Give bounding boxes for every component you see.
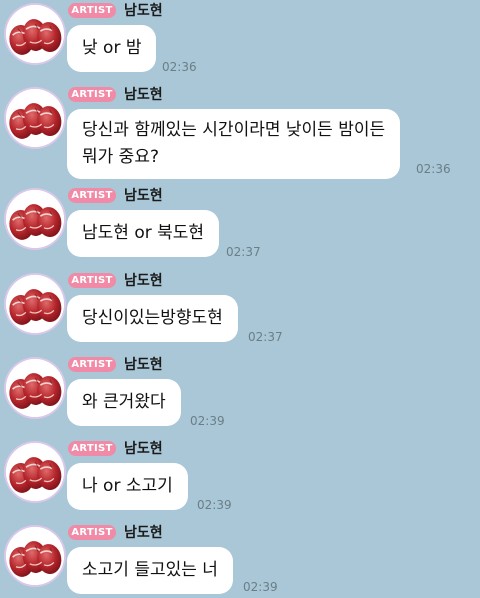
message-time: 02:39 [190,414,225,428]
meat-photo-icon [6,443,64,501]
message-bubble[interactable]: 당신이있는방향도현 [67,295,238,342]
message-bubble[interactable]: 낮 or 밤 [67,25,157,72]
artist-badge: ARTIST [68,188,116,203]
meat-photo-icon [6,5,64,63]
artist-badge: ARTIST [68,441,116,456]
meat-photo-icon [6,89,64,147]
sender-name: 남도현 [124,3,163,19]
sender-name: 남도현 [124,441,163,457]
message-row: ARTIST 남도현 당신과 함께있는 시간이라면 낮이든 밤이든 뭐가 중요?… [0,84,480,184]
message-bubble[interactable]: 나 or 소고기 [67,463,188,510]
message-row: ARTIST 남도현 나 or 소고기 02:39 [0,438,480,521]
message-time: 02:37 [248,330,283,344]
message-bubble[interactable]: 와 큰거왔다 [67,379,181,426]
message-text-line: 당신과 함께있는 시간이라면 낮이든 밤이든 [82,120,386,140]
message-time: 02:36 [416,162,451,176]
sender-name: 남도현 [124,87,163,103]
sender-name: 남도현 [124,357,163,373]
message-row: ARTIST 남도현 낮 or 밤 02:36 [0,0,480,83]
message-text: 나 or 소고기 [82,476,173,496]
message-bubble[interactable]: 당신과 함께있는 시간이라면 낮이든 밤이든 뭐가 중요? [67,109,401,179]
message-text: 남도현 or 북도현 [82,223,205,243]
artist-badge: ARTIST [68,525,116,540]
meat-photo-icon [6,275,64,333]
message-time: 02:39 [197,498,232,512]
artist-badge: ARTIST [68,87,116,102]
artist-badge: ARTIST [68,3,116,18]
message-time: 02:39 [243,580,278,594]
message-text: 소고기 들고있는 너 [82,560,218,580]
message-time: 02:37 [226,245,261,259]
avatar[interactable] [6,5,64,63]
sender-name: 남도현 [124,273,163,289]
message-text-line: 뭐가 중요? [82,147,159,167]
message-bubble[interactable]: 소고기 들고있는 너 [67,547,233,594]
message-row: ARTIST 남도현 남도현 or 북도현 02:37 [0,185,480,268]
sender-name: 남도현 [124,525,163,541]
avatar[interactable] [6,275,64,333]
artist-badge: ARTIST [68,273,116,288]
message-row: ARTIST 남도현 와 큰거왔다 02:39 [0,354,480,437]
meat-photo-icon [6,359,64,417]
message-text: 와 큰거왔다 [82,392,166,412]
message-time: 02:36 [162,60,197,74]
avatar[interactable] [6,359,64,417]
message-row: ARTIST 남도현 소고기 들고있는 너 02:39 [0,522,480,598]
meat-photo-icon [6,190,64,248]
message-text: 낮 or 밤 [82,38,142,58]
avatar[interactable] [6,190,64,248]
artist-badge: ARTIST [68,357,116,372]
message-row: ARTIST 남도현 당신이있는방향도현 02:37 [0,270,480,353]
message-text: 당신이있는방향도현 [82,308,223,328]
avatar[interactable] [6,443,64,501]
avatar[interactable] [6,89,64,147]
message-bubble[interactable]: 남도현 or 북도현 [67,210,220,257]
meat-photo-icon [6,527,64,585]
avatar[interactable] [6,527,64,585]
sender-name: 남도현 [124,188,163,204]
